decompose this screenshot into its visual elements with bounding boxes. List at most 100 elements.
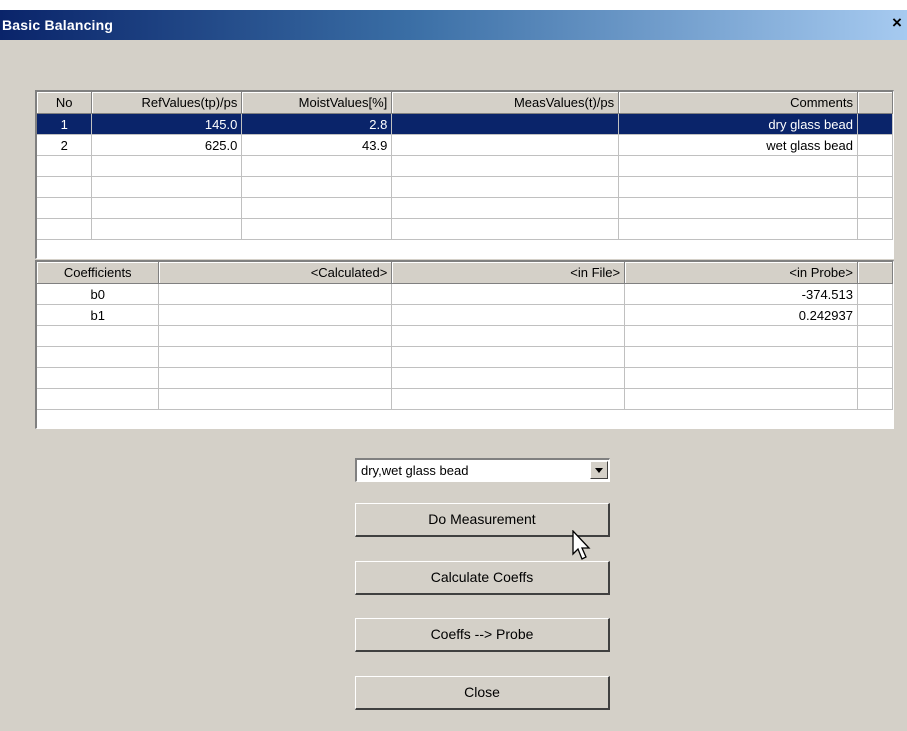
- table-row[interactable]: [37, 325, 893, 347]
- chevron-down-icon[interactable]: [590, 461, 608, 479]
- cell-in-file[interactable]: [391, 304, 626, 326]
- cell-ref-value[interactable]: 625.0: [91, 134, 243, 156]
- cell-coefficient-name[interactable]: [37, 367, 160, 389]
- cell-comment[interactable]: [618, 197, 858, 219]
- cell-coefficient-name[interactable]: b0: [37, 283, 160, 305]
- coefficients-grid[interactable]: Coefficients <Calculated> <in File> <in …: [35, 260, 894, 429]
- cell-in-probe[interactable]: [624, 325, 858, 347]
- cell-in-probe[interactable]: [624, 367, 858, 389]
- cell-filler: [857, 325, 893, 347]
- cell-comment[interactable]: wet glass bead: [618, 134, 858, 156]
- cell-no[interactable]: [37, 197, 93, 219]
- material-select-value: dry,wet glass bead: [361, 463, 469, 478]
- table-row[interactable]: [37, 346, 893, 368]
- column-header-in-probe[interactable]: <in Probe>: [624, 262, 858, 284]
- cell-no[interactable]: 2: [37, 134, 93, 156]
- close-button[interactable]: Close: [355, 676, 610, 710]
- cell-in-file[interactable]: [391, 325, 626, 347]
- cell-comment[interactable]: [618, 155, 858, 177]
- cell-in-file[interactable]: [391, 346, 626, 368]
- cell-in-file[interactable]: [391, 388, 626, 410]
- cell-moist-value[interactable]: [241, 176, 393, 198]
- cell-no[interactable]: [37, 176, 93, 198]
- cell-in-probe[interactable]: [624, 388, 858, 410]
- material-select[interactable]: dry,wet glass bead: [355, 458, 610, 482]
- cell-moist-value[interactable]: 43.9: [241, 134, 393, 156]
- cell-moist-value[interactable]: [241, 218, 393, 240]
- table-row[interactable]: [37, 176, 893, 198]
- table-row[interactable]: [37, 367, 893, 389]
- cell-in-probe[interactable]: [624, 346, 858, 368]
- column-header-filler: [857, 92, 893, 114]
- cell-ref-value[interactable]: [91, 218, 243, 240]
- table-row[interactable]: [37, 197, 893, 219]
- table-row[interactable]: 1 145.0 2.8 dry glass bead: [37, 113, 893, 135]
- cell-filler: [857, 283, 893, 305]
- cell-comment[interactable]: [618, 218, 858, 240]
- title-bar[interactable]: Basic Balancing ×: [0, 10, 907, 40]
- cell-comment[interactable]: dry glass bead: [618, 113, 858, 135]
- column-header-meas-values[interactable]: MeasValues(t)/ps: [391, 92, 620, 114]
- column-header-moist-values[interactable]: MoistValues[%]: [241, 92, 393, 114]
- cell-meas-value[interactable]: [391, 176, 620, 198]
- cell-meas-value[interactable]: [391, 218, 620, 240]
- cell-meas-value[interactable]: [391, 197, 620, 219]
- cell-calculated[interactable]: [158, 325, 393, 347]
- cell-moist-value[interactable]: [241, 197, 393, 219]
- cell-calculated[interactable]: [158, 388, 393, 410]
- cell-filler: [857, 218, 893, 240]
- reference-values-table: No RefValues(tp)/ps MoistValues[%] MeasV…: [37, 92, 893, 240]
- cell-filler: [857, 134, 893, 156]
- cell-in-probe[interactable]: 0.242937: [624, 304, 858, 326]
- cell-meas-value[interactable]: [391, 113, 620, 135]
- table-row[interactable]: [37, 155, 893, 177]
- cell-comment[interactable]: [618, 176, 858, 198]
- cell-filler: [857, 388, 893, 410]
- mouse-pointer-icon: [572, 530, 591, 560]
- reference-values-grid[interactable]: No RefValues(tp)/ps MoistValues[%] MeasV…: [35, 90, 894, 259]
- cell-meas-value[interactable]: [391, 155, 620, 177]
- table-row[interactable]: b0 -374.513: [37, 283, 893, 305]
- cell-filler: [857, 346, 893, 368]
- cell-ref-value[interactable]: [91, 197, 243, 219]
- calculate-coeffs-button[interactable]: Calculate Coeffs: [355, 561, 610, 595]
- column-header-no[interactable]: No: [37, 92, 93, 114]
- close-icon[interactable]: ×: [889, 14, 905, 32]
- table-row[interactable]: [37, 388, 893, 410]
- column-header-coefficients[interactable]: Coefficients: [37, 262, 160, 284]
- cell-meas-value[interactable]: [391, 134, 620, 156]
- cell-coefficient-name[interactable]: [37, 388, 160, 410]
- cell-ref-value[interactable]: [91, 155, 243, 177]
- cell-calculated[interactable]: [158, 283, 393, 305]
- column-header-filler: [857, 262, 893, 284]
- cell-filler: [857, 113, 893, 135]
- cell-no[interactable]: [37, 155, 93, 177]
- table-row[interactable]: [37, 218, 893, 240]
- column-header-in-file[interactable]: <in File>: [391, 262, 626, 284]
- reference-header-row: No RefValues(tp)/ps MoistValues[%] MeasV…: [37, 92, 893, 114]
- cell-in-file[interactable]: [391, 283, 626, 305]
- cell-moist-value[interactable]: [241, 155, 393, 177]
- cell-moist-value[interactable]: 2.8: [241, 113, 393, 135]
- cell-in-file[interactable]: [391, 367, 626, 389]
- table-row[interactable]: 2 625.0 43.9 wet glass bead: [37, 134, 893, 156]
- cell-in-probe[interactable]: -374.513: [624, 283, 858, 305]
- cell-calculated[interactable]: [158, 346, 393, 368]
- window-title: Basic Balancing: [2, 17, 114, 33]
- cell-no[interactable]: 1: [37, 113, 93, 135]
- cell-coefficient-name[interactable]: b1: [37, 304, 160, 326]
- cell-ref-value[interactable]: 145.0: [91, 113, 243, 135]
- cell-no[interactable]: [37, 218, 93, 240]
- cell-filler: [857, 304, 893, 326]
- column-header-ref-values[interactable]: RefValues(tp)/ps: [91, 92, 243, 114]
- coefficients-table: Coefficients <Calculated> <in File> <in …: [37, 262, 893, 410]
- coeffs-to-probe-button[interactable]: Coeffs --> Probe: [355, 618, 610, 652]
- cell-calculated[interactable]: [158, 304, 393, 326]
- column-header-comments[interactable]: Comments: [618, 92, 858, 114]
- cell-calculated[interactable]: [158, 367, 393, 389]
- column-header-calculated[interactable]: <Calculated>: [158, 262, 393, 284]
- cell-ref-value[interactable]: [91, 176, 243, 198]
- cell-coefficient-name[interactable]: [37, 346, 160, 368]
- cell-coefficient-name[interactable]: [37, 325, 160, 347]
- table-row[interactable]: b1 0.242937: [37, 304, 893, 326]
